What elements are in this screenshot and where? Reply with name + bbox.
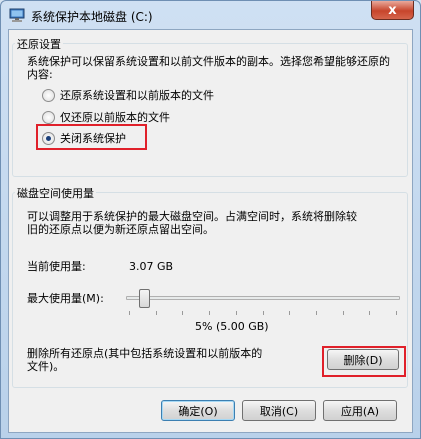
restore-settings-description: 系统保护可以保留系统设置和以前文件版本的副本。选择您希望能够还原的内容: (27, 55, 390, 81)
disk-usage-description-line2: 旧的还原点以便为新还原点留出空间。 (27, 223, 214, 236)
computer-icon (9, 7, 25, 23)
slider-tick (209, 311, 211, 315)
current-usage-label: 当前使用量: (27, 260, 86, 273)
title-bar[interactable]: 系统保护本地磁盘 (C:) x (1, 1, 420, 29)
slider-tick (182, 311, 184, 315)
highlight-box-delete (322, 346, 406, 377)
slider-tick (396, 311, 397, 315)
slider-tick (342, 311, 344, 315)
dialog-window: 系统保护本地磁盘 (C:) x 还原设置 系统保护可以保留系统设置和以前文件版本… (0, 0, 421, 439)
current-usage-value: 3.07 GB (129, 260, 174, 273)
slider-tick (235, 311, 237, 315)
max-usage-slider-thumb[interactable] (139, 289, 151, 308)
radio-restore-files-only[interactable]: 仅还原以前版本的文件 (42, 109, 170, 125)
radio-label: 仅还原以前版本的文件 (60, 111, 170, 124)
max-usage-value: 5% (5.00 GB) (195, 320, 269, 333)
delete-description-line1: 删除所有还原点(其中包括系统设置和以前版本的 (27, 347, 263, 360)
dialog-content: 还原设置 系统保护可以保留系统设置和以前文件版本的副本。选择您希望能够还原的内容… (8, 29, 413, 433)
cancel-button[interactable]: 取消(C) (242, 400, 316, 421)
disk-usage-title: 磁盘空间使用量 (15, 185, 96, 201)
apply-button[interactable]: 应用(A) (323, 400, 397, 421)
slider-tick (155, 311, 157, 315)
slider-ticks (129, 311, 397, 315)
slider-tick (315, 311, 317, 315)
window-title: 系统保护本地磁盘 (C:) (31, 10, 153, 24)
radio-button[interactable] (42, 110, 55, 124)
delete-description-line2: 文件)。 (27, 360, 65, 373)
slider-tick (129, 311, 130, 315)
slider-tick (289, 311, 291, 315)
highlight-box-disable-protection (36, 124, 147, 150)
ok-button[interactable]: 确定(O) (161, 400, 235, 421)
max-usage-slider-track[interactable] (126, 296, 400, 300)
radio-button[interactable] (42, 88, 55, 102)
close-icon: x (388, 2, 397, 18)
slider-tick (262, 311, 264, 315)
close-button[interactable]: x (371, 1, 414, 20)
radio-label: 还原系统设置和以前版本的文件 (60, 89, 214, 102)
restore-settings-title: 还原设置 (15, 36, 63, 52)
slider-tick (369, 311, 371, 315)
max-usage-label: 最大使用量(M): (27, 292, 104, 305)
disk-usage-description-line1: 可以调整用于系统保护的最大磁盘空间。占满空间时，系统将删除较 (27, 210, 357, 223)
radio-restore-all[interactable]: 还原系统设置和以前版本的文件 (42, 87, 214, 103)
